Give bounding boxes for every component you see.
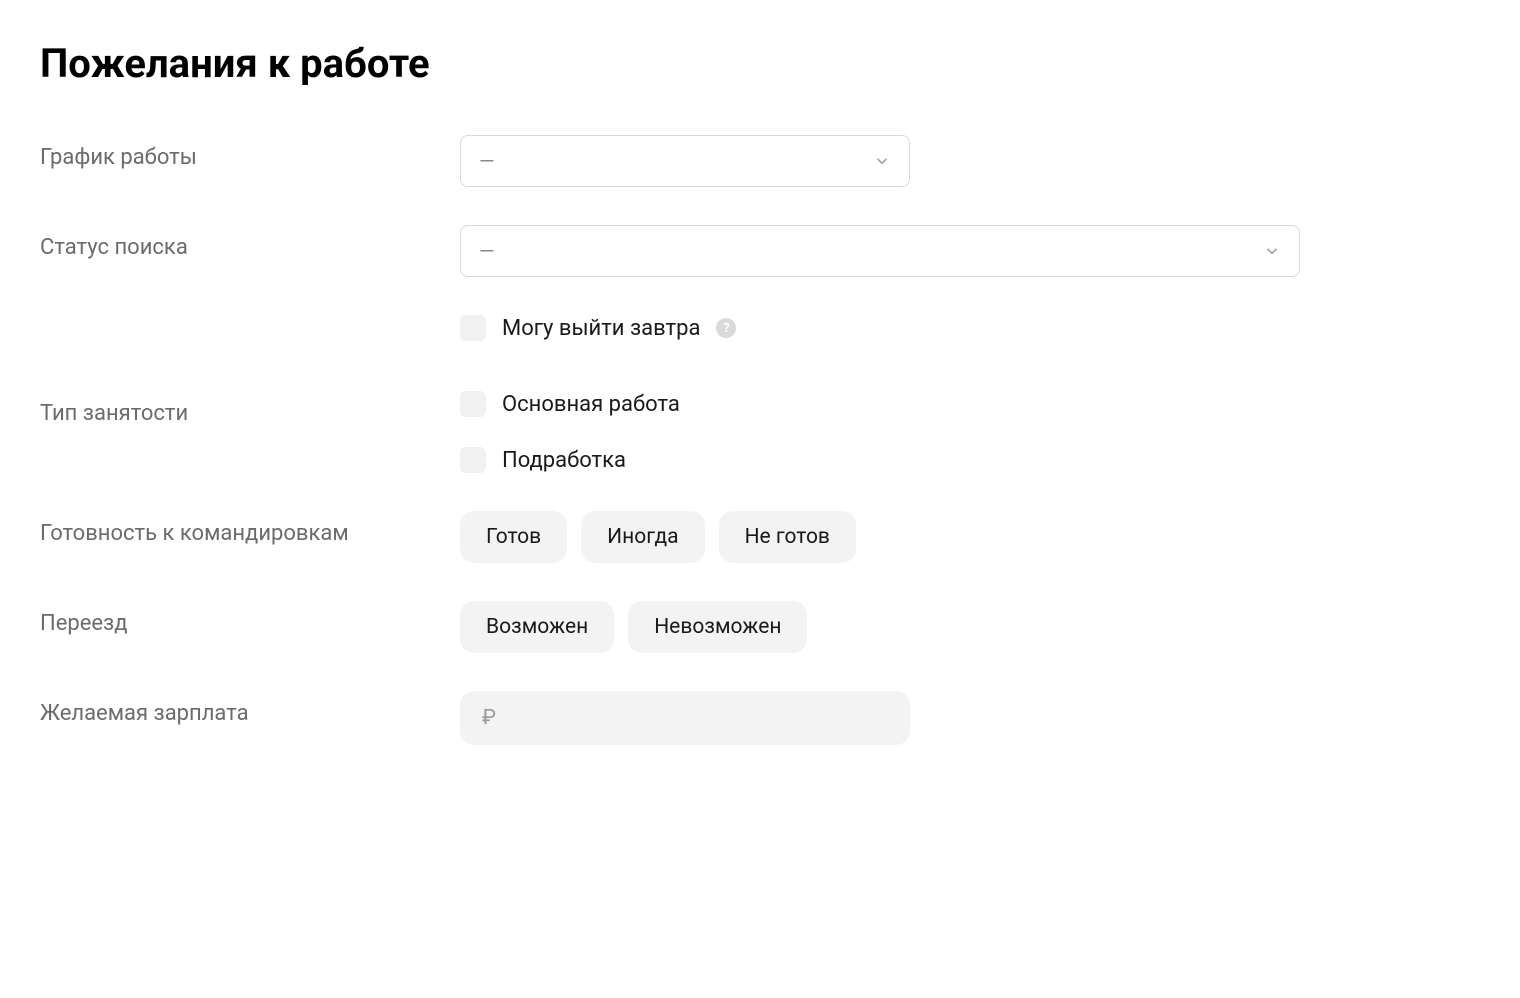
relocation-possible-button[interactable]: Возможен — [460, 601, 614, 653]
search-status-select[interactable]: — — [460, 225, 1300, 277]
trips-not-ready-button[interactable]: Не готов — [719, 511, 856, 563]
relocation-label: Переезд — [40, 601, 460, 636]
search-status-label: Статус поиска — [40, 225, 460, 260]
start-tomorrow-checkbox[interactable] — [460, 315, 486, 341]
salary-input[interactable] — [460, 691, 910, 745]
business-trips-label: Готовность к командировкам — [40, 511, 460, 546]
employment-type-row: Тип занятости Основная работа Подработка — [40, 391, 1340, 473]
schedule-select-value: — — [479, 149, 873, 173]
salary-label: Желаемая зарплата — [40, 691, 460, 726]
help-icon[interactable]: ? — [716, 318, 736, 338]
trips-ready-button[interactable]: Готов — [460, 511, 567, 563]
search-status-row: Статус поиска — — [40, 225, 1340, 277]
start-tomorrow-row: Могу выйти завтра ? — [460, 315, 1340, 341]
schedule-select[interactable]: — — [460, 135, 910, 187]
part-time-label: Подработка — [502, 448, 626, 473]
search-status-select-value: — — [479, 239, 1263, 263]
salary-row: Желаемая зарплата — [40, 691, 1340, 745]
business-trips-row: Готовность к командировкам Готов Иногда … — [40, 511, 1340, 563]
chevron-down-icon — [873, 152, 891, 170]
schedule-label: График работы — [40, 135, 460, 170]
trips-sometimes-button[interactable]: Иногда — [581, 511, 704, 563]
relocation-row: Переезд Возможен Невозможен — [40, 601, 1340, 653]
main-job-checkbox[interactable] — [460, 391, 486, 417]
relocation-impossible-button[interactable]: Невозможен — [628, 601, 807, 653]
main-job-label: Основная работа — [502, 392, 680, 417]
section-title: Пожелания к работе — [40, 40, 1340, 87]
employment-type-label: Тип занятости — [40, 391, 460, 426]
chevron-down-icon — [1263, 242, 1281, 260]
part-time-checkbox[interactable] — [460, 447, 486, 473]
schedule-row: График работы — — [40, 135, 1340, 187]
start-tomorrow-label: Могу выйти завтра — [502, 316, 700, 341]
